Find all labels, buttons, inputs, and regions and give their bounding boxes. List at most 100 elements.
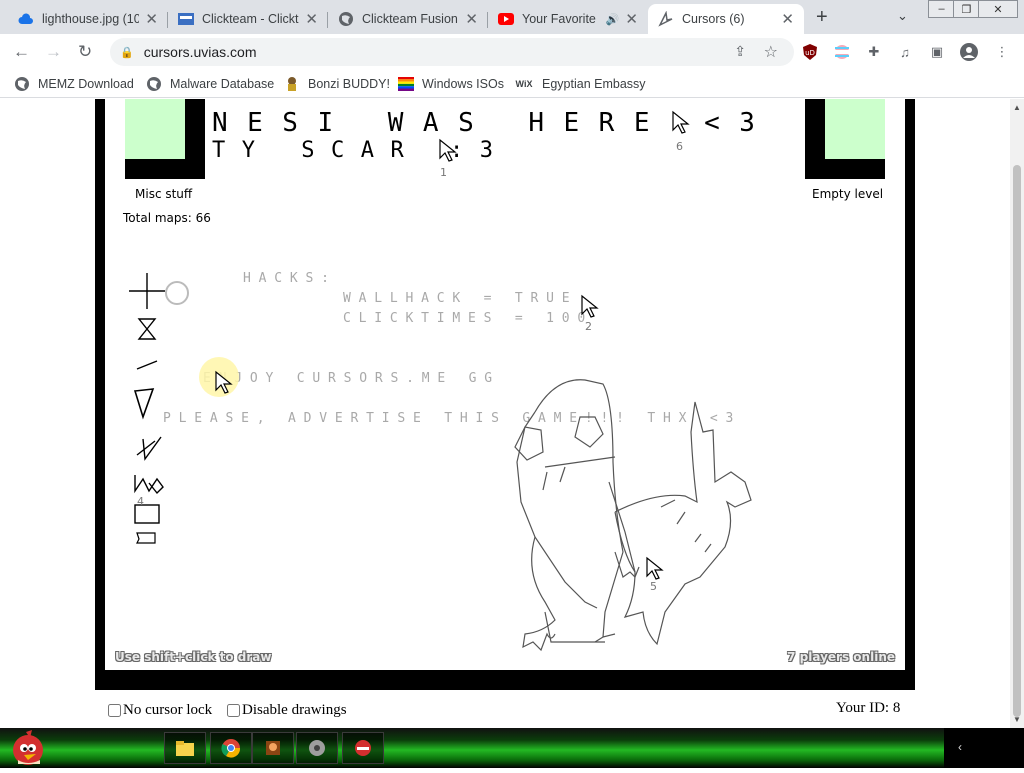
close-icon[interactable]: ✕	[465, 10, 478, 28]
taskbar-explorer[interactable]	[164, 732, 206, 764]
bonzi-icon	[284, 76, 300, 92]
bookmark-egyptian-embassy[interactable]: WiX Egyptian Embassy	[514, 76, 646, 92]
game-frame: Misc stuff Empty level Total maps: 66 NE…	[95, 99, 915, 690]
tab-clickteam-fusion[interactable]: Clickteam Fusion ✕	[328, 4, 488, 34]
extensions-icon[interactable]: ✚	[865, 43, 883, 61]
own-cursor-icon	[215, 370, 233, 394]
bookmark-label: Bonzi BUDDY!	[308, 77, 390, 91]
tab-title: Your Favorite	[522, 12, 596, 26]
tab-title: Clickteam - Clickt	[202, 12, 299, 26]
no-cursor-lock-label: No cursor lock	[123, 702, 213, 718]
forward-icon[interactable]: →	[45, 42, 62, 62]
ublock-icon[interactable]: uD	[801, 43, 819, 61]
menu-kebab-icon[interactable]: ⋮	[993, 43, 1011, 61]
bookmark-malware-database[interactable]: Malware Database	[146, 76, 274, 92]
minimize-button[interactable]: –	[928, 0, 955, 18]
taskbar-chrome[interactable]	[210, 732, 252, 764]
crosshair-tool-icon	[129, 273, 165, 309]
close-icon[interactable]: ✕	[781, 10, 794, 28]
game-canvas[interactable]: Misc stuff Empty level Total maps: 66 NE…	[105, 99, 905, 670]
tab-strip: lighthouse.jpg (10 ✕ Clickteam - Clickt …	[0, 0, 1024, 34]
close-icon[interactable]: ✕	[145, 10, 158, 28]
bookmark-label: MEMZ Download	[38, 77, 134, 91]
bookmark-windows-isos[interactable]: Windows ISOs	[398, 76, 504, 92]
cursor-label-2: 2	[585, 320, 592, 333]
taskbar-app-3[interactable]	[252, 732, 294, 764]
tab-cursors[interactable]: Cursors (6) ✕	[648, 4, 804, 34]
media-control-icon[interactable]: ♫	[896, 43, 914, 61]
reload-icon[interactable]: ↻	[78, 42, 92, 62]
no-cursor-lock-option[interactable]: No cursor lock	[108, 702, 212, 719]
hacks-title: HACKS:	[243, 271, 337, 286]
bookmarks-bar: MEMZ Download Malware Database Bonzi BUD…	[0, 70, 1024, 98]
chrome-icon	[221, 739, 241, 758]
system-tray: ‹	[944, 728, 1024, 768]
tab-youtube[interactable]: Your Favorite 🔊 ✕	[488, 4, 648, 34]
red-bird-icon	[355, 740, 371, 756]
close-icon[interactable]: ✕	[625, 10, 638, 28]
flag-extension-icon[interactable]	[833, 43, 851, 61]
angry-bird-icon	[13, 730, 43, 765]
empty-level-box[interactable]	[805, 99, 885, 179]
tab-title: lighthouse.jpg (10	[42, 12, 140, 26]
triangle-tool-icon	[133, 388, 155, 420]
circle-tool-icon	[165, 281, 189, 305]
empty-level-label: Empty level	[812, 187, 884, 201]
disable-drawings-checkbox[interactable]	[227, 704, 240, 717]
globe-icon	[14, 76, 30, 92]
clickteam-icon	[178, 11, 194, 27]
doodle-drawing	[514, 379, 752, 652]
players-online: 7 players online	[787, 650, 895, 664]
close-window-button[interactable]: ✕	[978, 0, 1018, 18]
pencil-cross-tool-icon	[136, 436, 162, 461]
profile-avatar-icon[interactable]	[960, 43, 978, 61]
tab-clickteam[interactable]: Clickteam - Clickt ✕	[168, 4, 328, 34]
tray-expand-icon[interactable]: ‹	[958, 740, 962, 754]
draw-hint: Use shift+click to draw	[115, 650, 272, 664]
disable-drawings-label: Disable drawings	[242, 702, 347, 718]
wallhack-text: WALLHACK = TRUE	[343, 291, 578, 306]
share-icon[interactable]: ⇪	[734, 43, 746, 60]
cursor-label-6: 6	[676, 140, 683, 153]
svg-text:uD: uD	[805, 49, 815, 57]
address-bar[interactable]: 🔒 cursors.uvias.com ⇪ ☆	[110, 38, 794, 66]
disc-app-icon	[309, 740, 325, 756]
taskbar-app-5[interactable]	[342, 732, 384, 764]
close-icon[interactable]: ✕	[305, 10, 318, 28]
cursor-icon	[646, 556, 664, 580]
tab-search-icon[interactable]: ⌄	[897, 8, 908, 24]
small-tag-tool-icon	[136, 532, 156, 544]
back-icon[interactable]: ←	[13, 42, 30, 62]
scroll-up-icon[interactable]: ▲	[1013, 103, 1021, 112]
zigzag-tool-icon	[134, 475, 164, 495]
your-id: Your ID: 8	[836, 700, 901, 716]
bookmark-memz[interactable]: MEMZ Download	[14, 76, 134, 92]
empty-box-inner	[825, 99, 885, 159]
new-tab-button[interactable]: +	[816, 6, 828, 29]
cursor-label-4: 4	[137, 495, 144, 508]
total-maps-label: Total maps: 66	[123, 211, 211, 225]
misc-stuff-level-box[interactable]	[125, 99, 205, 179]
lock-icon[interactable]: 🔒	[120, 46, 134, 59]
youtube-icon	[498, 11, 514, 27]
scroll-thumb[interactable]	[1013, 165, 1021, 717]
cursor-label-5: 5	[650, 580, 657, 593]
globe-icon	[146, 76, 162, 92]
maximize-button[interactable]: ❐	[953, 0, 980, 18]
side-panel-icon[interactable]: ▣	[928, 43, 946, 61]
scroll-down-icon[interactable]: ▼	[1013, 715, 1021, 724]
cloud-icon	[18, 11, 34, 27]
clicktimes-text: CLICKTIMES = 100	[343, 311, 594, 326]
tab-lighthouse[interactable]: lighthouse.jpg (10 ✕	[8, 4, 168, 34]
start-button[interactable]	[6, 728, 48, 768]
game-app-icon	[266, 741, 280, 755]
disable-drawings-option[interactable]: Disable drawings	[227, 702, 347, 719]
bookmark-star-icon[interactable]: ☆	[764, 42, 778, 62]
no-cursor-lock-checkbox[interactable]	[108, 704, 121, 717]
speaker-icon[interactable]: 🔊	[606, 13, 620, 26]
tab-title: Cursors (6)	[682, 12, 745, 26]
bookmark-bonzi-buddy[interactable]: Bonzi BUDDY!	[284, 76, 390, 92]
taskbar-app-4[interactable]	[296, 732, 338, 764]
bookmark-label: Malware Database	[170, 77, 275, 91]
page-scrollbar[interactable]: ▲ ▼	[1010, 99, 1024, 728]
